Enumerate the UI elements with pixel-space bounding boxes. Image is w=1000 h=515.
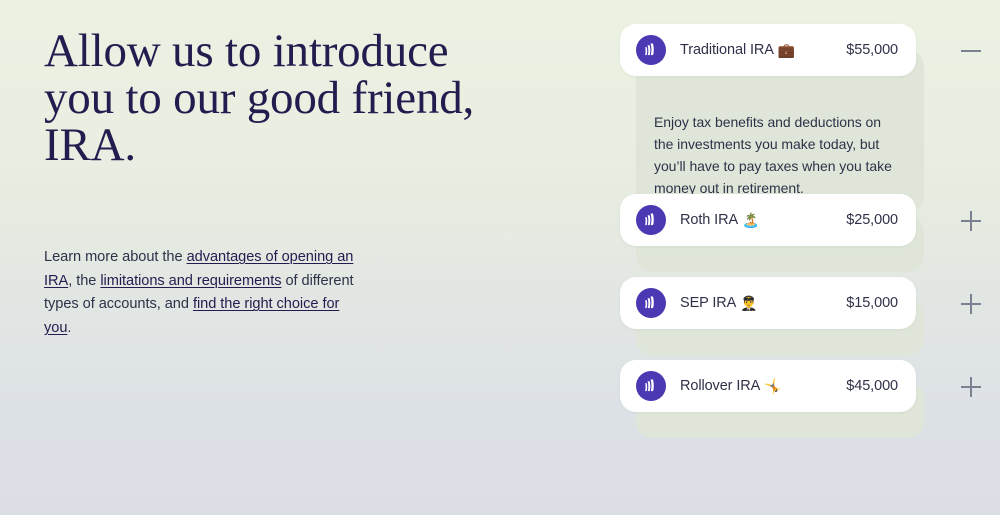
pilot-emoji: 👨‍✈️ [740, 294, 758, 311]
page-title: Allow us to introduce you to our good fr… [44, 25, 475, 171]
accordion-amount: $15,000 [846, 295, 898, 311]
accordion-title: Rollover IRA [680, 378, 761, 394]
intro-text-4: . [67, 319, 72, 336]
plus-icon[interactable] [958, 374, 984, 400]
accordion-title: SEP IRA [680, 295, 737, 311]
minus-icon[interactable] [958, 38, 984, 64]
accordion-header-sep-ira[interactable]: SEP IRA 👨‍✈️ $15,000 [620, 277, 916, 329]
intro-text-1: Learn more about the [44, 249, 187, 265]
accordion-amount: $25,000 [846, 212, 898, 228]
plus-icon[interactable] [958, 291, 984, 317]
accordion-amount: $55,000 [846, 42, 898, 58]
accordion-item-traditional-ira: Enjoy tax benefits and deductions on the… [620, 24, 981, 212]
hero-section: Allow us to introduce you to our good fr… [44, 28, 584, 341]
ira-accounts-accordion: Enjoy tax benefits and deductions on the… [620, 24, 981, 438]
brand-logo-icon [636, 371, 666, 401]
cartwheel-emoji: 🤸 [764, 377, 782, 394]
desert-island-emoji: 🏝️ [742, 211, 760, 228]
accordion-header-traditional-ira[interactable]: Traditional IRA 💼 $55,000 [620, 24, 916, 76]
accordion-header-roth-ira[interactable]: Roth IRA 🏝️ $25,000 [620, 194, 916, 246]
accordion-item-sep-ira: SEP IRA 👨‍✈️ $15,000 [620, 277, 981, 355]
accordion-header-rollover-ira[interactable]: Rollover IRA 🤸 $45,000 [620, 360, 916, 412]
brand-logo-icon [636, 35, 666, 65]
briefcase-emoji: 💼 [777, 41, 796, 58]
brand-logo-icon [636, 205, 666, 235]
page-root: Allow us to introduce you to our good fr… [0, 0, 1000, 515]
accordion-title: Traditional IRA [680, 42, 774, 58]
accordion-amount: $45,000 [846, 378, 898, 394]
link-limitations-and-requirements[interactable]: limitations and requirements [100, 273, 281, 289]
brand-logo-icon [636, 288, 666, 318]
accordion-item-roth-ira: Roth IRA 🏝️ $25,000 [620, 194, 981, 272]
plus-icon[interactable] [958, 208, 984, 234]
intro-paragraph: Learn more about the advantages of openi… [44, 246, 366, 341]
accordion-item-rollover-ira: Rollover IRA 🤸 $45,000 [620, 360, 981, 438]
accordion-title: Roth IRA [680, 212, 739, 228]
intro-text-2: , the [68, 272, 101, 289]
